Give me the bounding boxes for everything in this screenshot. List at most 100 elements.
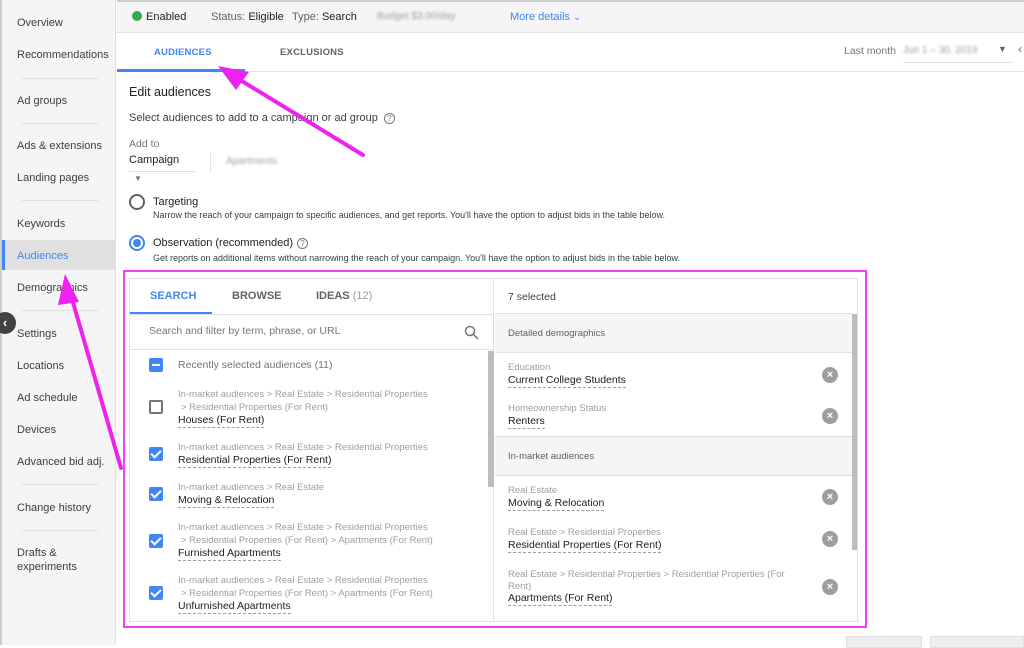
sidebar-item-change-history[interactable]: Change history xyxy=(2,501,116,515)
date-range-picker[interactable]: Jun 1 – 30, 2019 xyxy=(903,41,1013,63)
enabled-dot-icon xyxy=(132,11,142,21)
result-checkbox[interactable] xyxy=(149,487,163,501)
remove-icon[interactable]: × xyxy=(822,489,838,505)
audience-picker: SEARCH BROWSE IDEAS (12) Recently select… xyxy=(129,278,858,622)
audience-search-input[interactable] xyxy=(149,325,449,337)
sidebar-divider xyxy=(22,200,98,201)
type-value: Search xyxy=(321,11,357,23)
selected-crumb: Education xyxy=(508,362,551,373)
selected-name[interactable]: Moving & Relocation xyxy=(508,497,605,511)
selected-scrollbar[interactable] xyxy=(852,314,857,550)
observation-radio[interactable] xyxy=(129,235,145,251)
page-title: Edit audiences xyxy=(129,85,212,99)
ideas-label: IDEAS xyxy=(316,290,350,302)
result-checkbox[interactable] xyxy=(149,534,163,548)
sidebar-divider xyxy=(22,310,98,311)
help-icon[interactable]: ? xyxy=(383,113,395,124)
result-name[interactable]: Unfurnished Apartments xyxy=(178,600,291,614)
selected-name[interactable]: Renters xyxy=(508,415,545,429)
result-checkbox[interactable] xyxy=(149,586,163,600)
bottom-button[interactable] xyxy=(930,636,1024,648)
selected-crumb: Real Estate xyxy=(508,485,558,496)
picker-tab-browse[interactable]: BROWSE xyxy=(232,290,282,302)
targeting-description: Narrow the reach of your campaign to spe… xyxy=(153,210,666,220)
help-icon[interactable]: ? xyxy=(297,238,309,249)
sidebar-item-ad-groups[interactable]: Ad groups xyxy=(2,94,116,108)
result-name[interactable]: Moving & Relocation xyxy=(178,494,275,508)
bottom-button[interactable] xyxy=(846,636,922,648)
more-details-link[interactable]: More details ⌄ xyxy=(510,11,581,23)
observation-label-text: Observation (recommended) xyxy=(153,237,294,249)
tab-audiences[interactable]: AUDIENCES xyxy=(154,47,212,58)
more-details-label: More details xyxy=(510,11,570,23)
result-crumb: In-market audiences > Real Estate > Resi… xyxy=(178,575,428,586)
sidebar-item-keywords[interactable]: Keywords xyxy=(2,217,116,231)
sidebar-item-demographics[interactable]: Demographics xyxy=(2,281,116,295)
results-scrollbar[interactable] xyxy=(488,351,494,487)
recent-audiences-label: Recently selected audiences (11) xyxy=(178,359,333,371)
search-row xyxy=(130,314,494,350)
enabled-status[interactable]: Enabled xyxy=(132,11,186,23)
sidebar-item-ads-extensions[interactable]: Ads & extensions xyxy=(2,139,116,153)
section-header-detailed-demographics: Detailed demographics xyxy=(495,313,853,353)
observation-label: Observation (recommended)? xyxy=(153,237,309,249)
targeting-label: Targeting xyxy=(153,196,199,208)
selected-audiences-pane: 7 selected Detailed demographics Educati… xyxy=(495,279,857,621)
result-crumb: In-market audiences > Real Estate > Resi… xyxy=(178,522,428,533)
sidebar-item-audiences[interactable]: Audiences xyxy=(2,240,116,270)
sidebar-divider xyxy=(22,123,98,124)
selected-crumb: Homeownership Status xyxy=(508,403,607,414)
add-to-value: Campaign xyxy=(129,154,180,166)
remove-icon[interactable]: × xyxy=(822,579,838,595)
selected-count: 7 selected xyxy=(508,291,556,303)
selected-crumb: Real Estate > Residential Properties xyxy=(508,527,661,538)
selected-crumb: Real Estate > Residential Properties > R… xyxy=(508,569,785,592)
sidebar-nav: Overview Recommendations Ad groups Ads &… xyxy=(0,0,116,645)
selected-name[interactable]: Apartments (For Rent) xyxy=(508,592,613,606)
add-to-dropdown[interactable]: Campaign ▼ xyxy=(129,150,195,183)
tab-exclusions[interactable]: EXCLUSIONS xyxy=(280,47,344,58)
result-crumb: > Residential Properties (For Rent) > Ap… xyxy=(181,588,433,599)
status-key: Status: xyxy=(211,11,246,23)
chevron-left-icon: ‹ xyxy=(2,315,8,330)
sidebar-divider xyxy=(22,78,98,79)
date-dropdown-icon[interactable]: ▼ xyxy=(998,44,1007,54)
chevron-left-icon[interactable]: ‹ xyxy=(1018,42,1022,56)
result-name[interactable]: Residential Properties (For Rent) xyxy=(178,454,332,468)
remove-icon[interactable]: × xyxy=(822,367,838,383)
search-icon[interactable] xyxy=(464,325,479,340)
remove-icon[interactable]: × xyxy=(822,531,838,547)
sidebar-item-landing-pages[interactable]: Landing pages xyxy=(2,171,116,185)
sidebar-item-recommendations[interactable]: Recommendations xyxy=(2,48,116,62)
result-crumb: In-market audiences > Real Estate > Resi… xyxy=(178,389,428,400)
targeting-radio[interactable] xyxy=(129,194,145,210)
result-checkbox[interactable] xyxy=(149,400,163,414)
sidebar-item-settings[interactable]: Settings xyxy=(2,327,116,341)
result-crumb: > Residential Properties (For Rent) > Ap… xyxy=(181,535,433,546)
chevron-down-icon: ⌄ xyxy=(572,12,582,23)
result-checkbox[interactable] xyxy=(149,447,163,461)
sidebar-item-ad-schedule[interactable]: Ad schedule xyxy=(2,391,116,405)
remove-icon[interactable]: × xyxy=(822,408,838,424)
date-range-label: Last month xyxy=(844,45,896,57)
budget-blurred: Budget $3.00/day xyxy=(377,11,456,22)
picker-tab-ideas[interactable]: IDEAS (12) xyxy=(316,290,372,302)
campaign-status-bar: Enabled Status: Eligible Type: Search Bu… xyxy=(117,0,1024,33)
sidebar-item-locations[interactable]: Locations xyxy=(2,359,116,373)
result-crumb: In-market audiences > Real Estate xyxy=(178,482,325,493)
observation-description: Get reports on additional items without … xyxy=(153,253,681,263)
selected-name[interactable]: Residential Properties (For Rent) xyxy=(508,539,662,553)
sidebar-item-advanced-bid-adj[interactable]: Advanced bid adj. xyxy=(2,455,116,469)
sidebar-item-devices[interactable]: Devices xyxy=(2,423,116,437)
result-name[interactable]: Furnished Apartments xyxy=(178,547,281,561)
add-to-label: Add to xyxy=(129,138,160,150)
sidebar-item-overview[interactable]: Overview xyxy=(2,16,116,30)
result-crumb: In-market audiences > Real Estate > Resi… xyxy=(178,442,428,453)
result-name[interactable]: Houses (For Rent) xyxy=(178,414,265,428)
sidebar-item-drafts-experiments[interactable]: Drafts & experiments xyxy=(2,546,77,574)
selected-name[interactable]: Current College Students xyxy=(508,374,626,388)
picker-tab-search[interactable]: SEARCH xyxy=(150,290,196,302)
sidebar-divider xyxy=(22,530,98,531)
campaign-name-blurred: Apartments xyxy=(226,156,278,167)
recent-audiences-checkbox[interactable] xyxy=(149,358,163,372)
